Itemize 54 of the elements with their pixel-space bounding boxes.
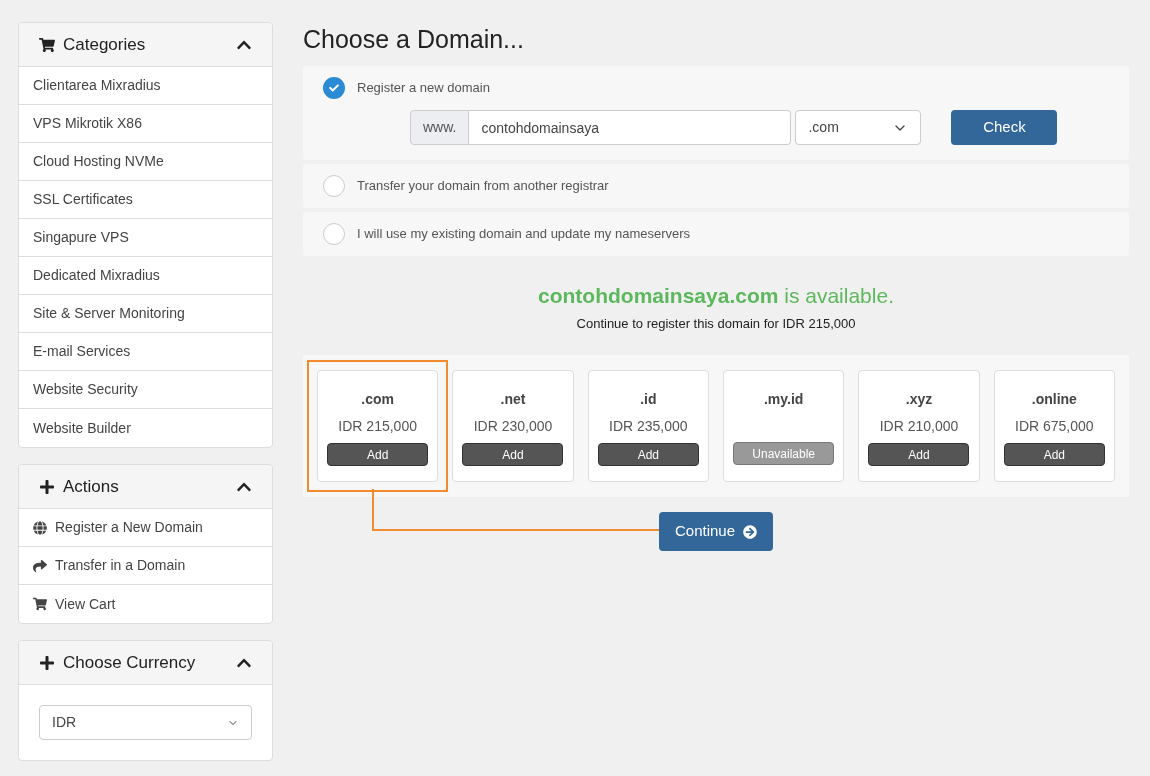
tld-name: .online: [1031, 390, 1077, 409]
globe-icon: [33, 520, 47, 535]
panel-title: Categories: [63, 33, 146, 56]
tld-name: .com: [361, 390, 394, 409]
panel-title: Choose Currency: [63, 651, 196, 674]
sidebar-item[interactable]: Cloud Hosting NVMe: [19, 143, 272, 181]
radio-button[interactable]: [323, 77, 345, 99]
option-label: I will use my existing domain and update my nameservers: [357, 225, 691, 244]
plus-icon: [39, 478, 55, 495]
sidebar-item[interactable]: VPS Mikrotik X86: [19, 105, 272, 143]
domain-input[interactable]: contohdomainsaya: [469, 110, 792, 145]
tld-price: IDR 230,000: [473, 417, 553, 436]
sidebar-item[interactable]: View Cart: [19, 585, 272, 623]
add-button[interactable]: Add: [462, 443, 564, 466]
option-label: Transfer your domain from another registrar: [357, 177, 609, 196]
sidebar-item[interactable]: Site & Server Monitoring: [19, 295, 272, 333]
cart-icon: [39, 36, 55, 53]
tld-name: .net: [500, 390, 526, 409]
tld-price: IDR 235,000: [609, 417, 688, 436]
sidebar-item[interactable]: Dedicated Mixradius: [19, 257, 272, 295]
sidebar-item[interactable]: SSL Certificates: [19, 181, 272, 219]
sidebar-item[interactable]: Singapure VPS: [19, 219, 272, 257]
radio-button[interactable]: [323, 223, 345, 245]
availability-note: Continue to register this domain for IDR 215,000: [575, 314, 857, 333]
currency-select[interactable]: IDR: [39, 705, 252, 740]
check-button[interactable]: Check: [951, 110, 1058, 145]
tld-price: IDR 210,000: [879, 417, 959, 436]
add-button[interactable]: Add: [868, 443, 970, 466]
add-button[interactable]: Add: [1003, 443, 1105, 466]
tld-name: .xyz: [905, 390, 933, 409]
radio-button[interactable]: [323, 175, 345, 197]
sidebar-item[interactable]: Website Security: [19, 371, 272, 409]
sidebar-item[interactable]: Website Builder: [19, 409, 272, 447]
plus-icon: [39, 654, 55, 671]
sidebar-item[interactable]: E-mail Services: [19, 333, 272, 371]
tld-name: .my.id: [763, 390, 804, 409]
check-icon: [329, 83, 339, 93]
tld-name: .id: [640, 390, 657, 409]
input-prefix: www.: [410, 110, 470, 145]
availability-message: contohdomainsaya.com is available.: [537, 283, 895, 309]
panel-title: Actions: [63, 475, 119, 498]
add-button[interactable]: Add: [597, 443, 699, 466]
continue-button[interactable]: Continue: [658, 512, 773, 551]
option-label: Register a new domain: [357, 79, 490, 98]
tld-price: IDR 675,000: [1015, 417, 1094, 436]
tld-select[interactable]: .com: [795, 110, 922, 145]
sidebar-item[interactable]: Transfer in a Domain: [19, 547, 272, 585]
add-button[interactable]: Add: [327, 443, 429, 466]
share-arrow-icon: [33, 558, 47, 573]
sidebar-item[interactable]: Clientarea Mixradius: [19, 67, 272, 105]
tld-price: IDR 215,000: [338, 417, 417, 436]
page-title: Choose a Domain...: [303, 24, 525, 55]
sidebar-item[interactable]: Register a New Domain: [19, 509, 272, 547]
cart-icon: [33, 597, 47, 611]
